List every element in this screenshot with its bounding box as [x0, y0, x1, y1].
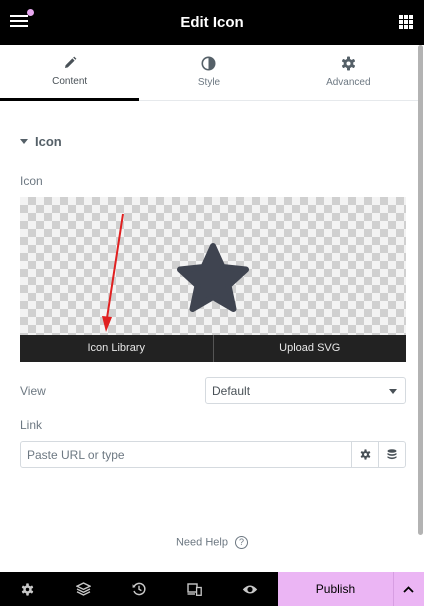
dynamic-tags-button[interactable] [378, 442, 405, 467]
panel-header: Edit Icon [0, 0, 424, 45]
need-help-label: Need Help [175, 536, 228, 549]
section-toggle-icon[interactable]: Icon [20, 134, 62, 149]
gear-icon [360, 449, 370, 460]
layers-icon [75, 582, 91, 596]
view-select[interactable]: Default [205, 377, 406, 404]
panel-footer: Publish [0, 572, 424, 606]
navigator-button[interactable] [56, 572, 112, 606]
panel-title: Edit Icon [180, 14, 244, 31]
panel-tabs: Content Style Advanced [0, 45, 418, 101]
chevron-down-icon [389, 389, 397, 394]
section-title-label: Icon [35, 134, 62, 149]
publish-button[interactable]: Publish [277, 572, 393, 606]
tab-content-label: Content [52, 76, 88, 87]
tab-style[interactable]: Style [139, 45, 278, 100]
caret-down-icon [20, 139, 28, 144]
widgets-grid-icon[interactable] [399, 15, 413, 29]
gear-icon [341, 56, 355, 71]
icon-preview-area[interactable]: Icon Library Upload SVG [20, 197, 406, 362]
view-label: View [20, 384, 46, 398]
pencil-icon [64, 56, 77, 68]
responsive-mode-button[interactable] [167, 572, 223, 606]
history-icon [132, 582, 146, 596]
preview-button[interactable] [222, 572, 278, 606]
icon-buttons-bar: Icon Library Upload SVG [20, 335, 406, 362]
settings-icon [22, 582, 34, 596]
link-field [20, 441, 406, 468]
link-label: Link [20, 418, 43, 432]
need-help-link[interactable]: Need Help ? [0, 536, 424, 549]
icon-control-label: Icon [20, 174, 43, 188]
database-icon [387, 448, 397, 459]
tab-content[interactable]: Content [0, 45, 140, 101]
chevron-up-icon [403, 585, 415, 593]
view-select-value: Default [212, 384, 251, 398]
upload-svg-button[interactable]: Upload SVG [212, 335, 406, 362]
half-circle-icon [201, 56, 216, 71]
publish-options-button[interactable] [392, 572, 424, 606]
question-circle-icon: ? [235, 536, 249, 549]
icon-library-button[interactable]: Icon Library [20, 335, 213, 362]
tab-advanced[interactable]: Advanced [279, 45, 418, 100]
tab-advanced-label: Advanced [326, 77, 371, 88]
star-icon[interactable] [175, 242, 251, 316]
history-button[interactable] [111, 572, 167, 606]
link-options-button[interactable] [351, 442, 378, 467]
link-url-input[interactable] [21, 442, 351, 467]
preview-eye-icon [242, 585, 258, 593]
responsive-icon [187, 582, 202, 596]
panel-scrollbar[interactable] [418, 45, 423, 535]
tab-style-label: Style [197, 77, 221, 88]
settings-button[interactable] [0, 572, 56, 606]
